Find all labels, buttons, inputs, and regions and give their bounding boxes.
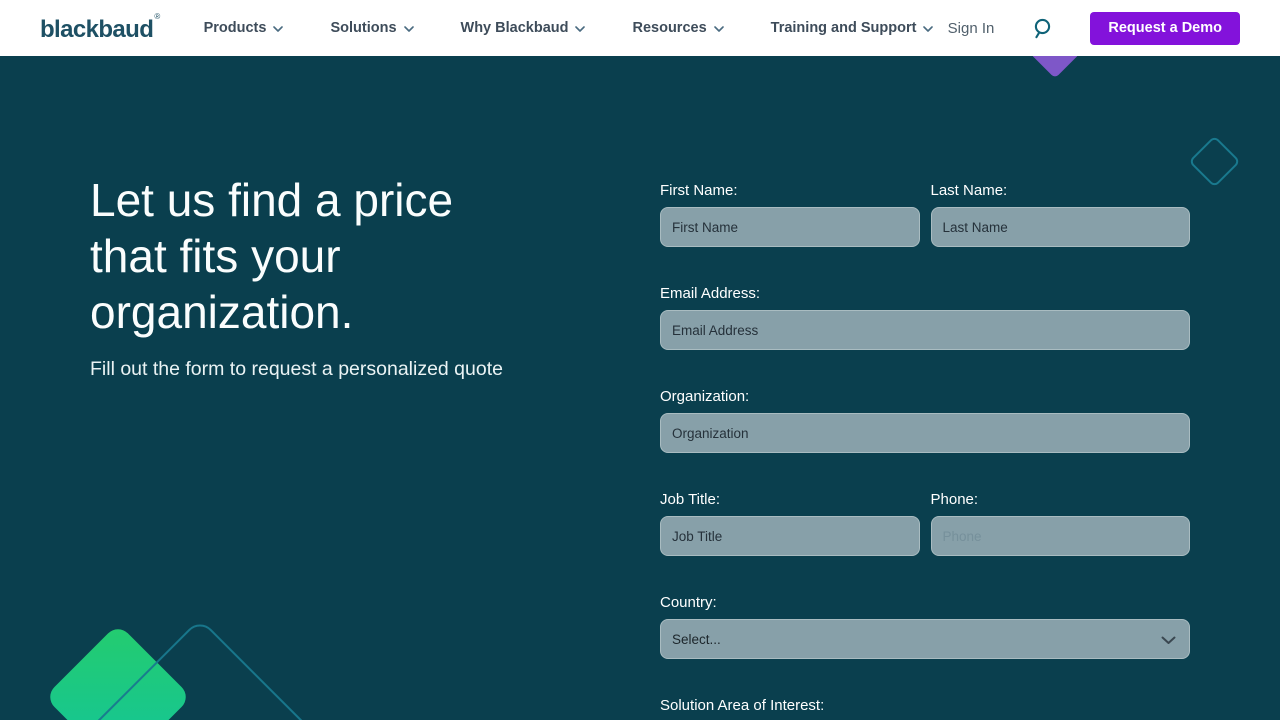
nav-item-label: Resources [632, 20, 706, 36]
first-name-label: First Name: [660, 181, 920, 201]
form-row: First Name: Last Name: [660, 181, 1190, 247]
nav-item-why-blackbaud[interactable]: Why Blackbaud [461, 20, 586, 36]
chevron-down-icon [404, 24, 414, 32]
country-select[interactable]: Select... [660, 619, 1190, 659]
phone-label: Phone: [931, 490, 1191, 510]
country-select-value: Select... [672, 632, 721, 647]
request-demo-button[interactable]: Request a Demo [1090, 12, 1240, 45]
job-title-label: Job Title: [660, 490, 920, 510]
phone-group: Phone: [931, 490, 1191, 556]
main-nav: Products Solutions Why Blackbaud Resourc… [204, 20, 934, 36]
chevron-down-icon [273, 24, 283, 32]
last-name-field[interactable] [931, 207, 1191, 247]
page-title-line: organization. [90, 284, 550, 340]
registered-mark: ® [154, 12, 159, 21]
hero-section: Let us find a price that fits your organ… [0, 56, 1280, 720]
phone-field[interactable] [931, 516, 1191, 556]
hero-copy: Let us find a price that fits your organ… [90, 172, 550, 381]
nav-item-label: Products [204, 20, 267, 36]
solution-area-label: Solution Area of Interest: [660, 696, 1190, 716]
form-row: Solution Area of Interest: [660, 696, 1190, 716]
nav-item-label: Training and Support [771, 20, 917, 36]
nav-item-solutions[interactable]: Solutions [330, 20, 413, 36]
sign-in-link[interactable]: Sign In [948, 20, 995, 37]
top-navigation-bar: blackbaud® Products Solutions Why Blackb… [0, 0, 1280, 56]
last-name-label: Last Name: [931, 181, 1191, 201]
country-label: Country: [660, 593, 1190, 613]
organization-field[interactable] [660, 413, 1190, 453]
chevron-down-icon [923, 24, 933, 32]
nav-item-label: Why Blackbaud [461, 20, 569, 36]
page-subtitle: Fill out the form to request a personali… [90, 358, 550, 381]
page-title-line: that fits your [90, 228, 550, 284]
nav-item-training-support[interactable]: Training and Support [771, 20, 934, 36]
last-name-group: Last Name: [931, 181, 1191, 247]
form-row: Organization: [660, 387, 1190, 453]
blackbaud-logo[interactable]: blackbaud® [40, 12, 160, 44]
page-title: Let us find a price that fits your organ… [90, 172, 550, 340]
teal-outline-diamond-decoration [1188, 135, 1240, 187]
search-icon[interactable] [1031, 17, 1053, 40]
first-name-group: First Name: [660, 181, 920, 247]
first-name-field[interactable] [660, 207, 920, 247]
page-title-line: Let us find a price [90, 172, 550, 228]
email-label: Email Address: [660, 284, 1190, 304]
nav-item-label: Solutions [330, 20, 396, 36]
nav-item-resources[interactable]: Resources [632, 20, 723, 36]
job-title-field[interactable] [660, 516, 920, 556]
email-field[interactable] [660, 310, 1190, 350]
job-title-group: Job Title: [660, 490, 920, 556]
nav-item-products[interactable]: Products [204, 20, 284, 36]
form-row: Job Title: Phone: [660, 490, 1190, 556]
quote-request-form: First Name: Last Name: Email Address: Or… [660, 181, 1190, 720]
form-row: Email Address: [660, 284, 1190, 350]
logo-text: blackbaud [40, 16, 153, 43]
chevron-down-icon [575, 24, 585, 32]
organization-label: Organization: [660, 387, 1190, 407]
chevron-down-icon [714, 24, 724, 32]
header-actions: Sign In Request a Demo [948, 12, 1240, 45]
form-row: Country: Select... [660, 593, 1190, 659]
